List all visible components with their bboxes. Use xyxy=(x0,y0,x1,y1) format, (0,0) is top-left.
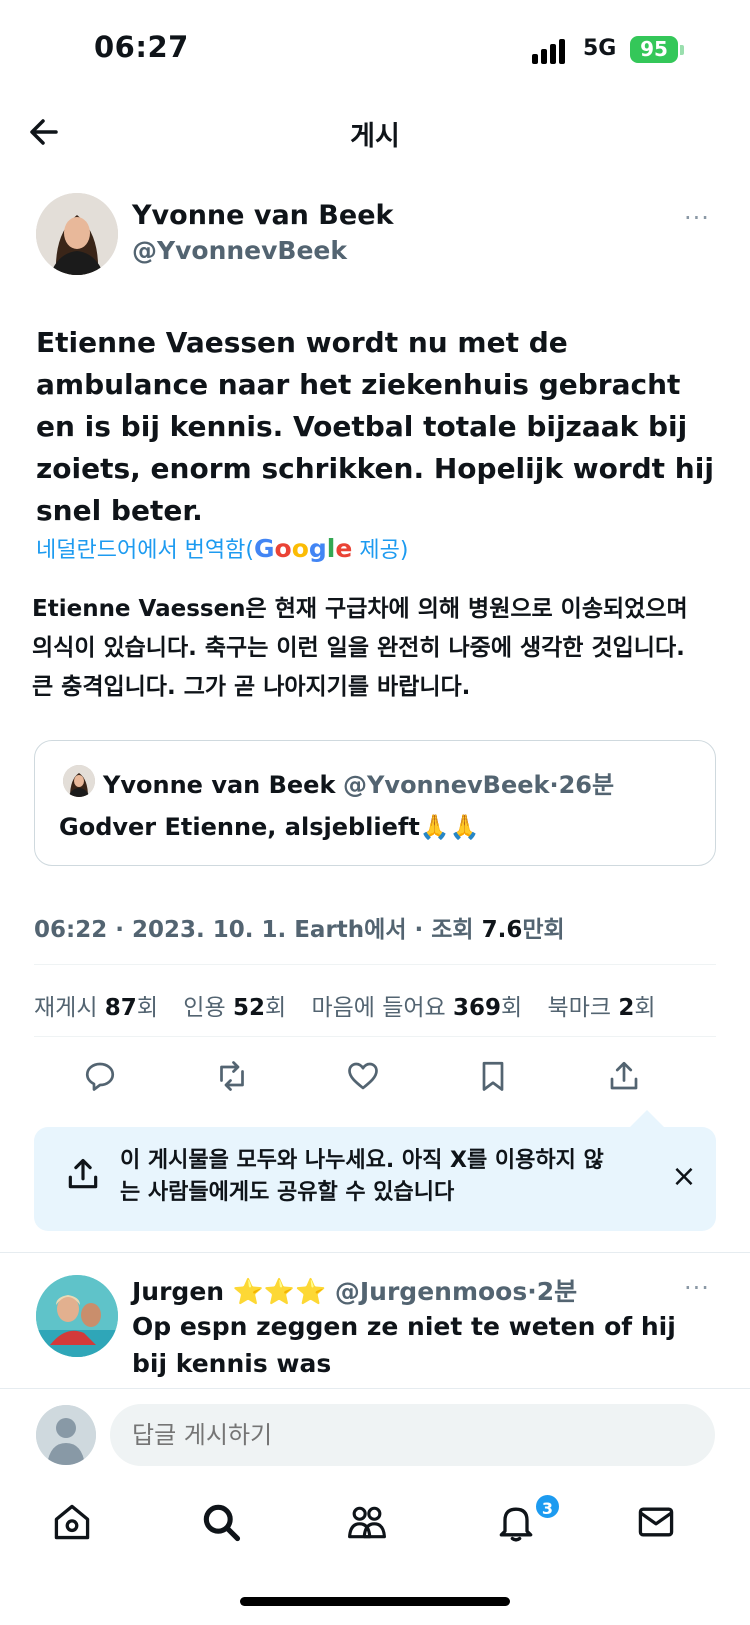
reply-author-name: Jurgen xyxy=(132,1277,233,1306)
quote-author-name: Yvonne van Beek xyxy=(103,771,336,799)
author-name[interactable]: Yvonne van Beek xyxy=(132,200,393,231)
quote-header: Yvonne van Beek @YvonnevBeek·26분 xyxy=(103,765,614,800)
divider xyxy=(34,964,716,965)
bookmark-icon[interactable] xyxy=(475,1058,519,1102)
views-count: 7.6 xyxy=(481,917,523,943)
communities-icon[interactable] xyxy=(345,1500,395,1550)
messages-icon[interactable] xyxy=(634,1500,684,1550)
google-logo: Google xyxy=(253,534,353,563)
home-icon[interactable] xyxy=(50,1500,100,1550)
engagement-stats: 재게시 87회 인용 52회 마음에 들어요 369회 북마크 2회 xyxy=(34,988,674,1022)
author-handle[interactable]: @YvonnevBeek xyxy=(132,236,347,265)
more-options-icon[interactable]: ··· xyxy=(684,1274,710,1302)
share-banner: 이 게시물을 모두와 나누세요. 아직 X를 이용하지 않는 사람들에게도 공유… xyxy=(34,1127,716,1231)
divider xyxy=(34,1036,716,1037)
translation-prefix: 네덜란드어에서 번역함( xyxy=(36,538,254,563)
close-icon[interactable]: × xyxy=(664,1157,704,1197)
default-avatar-icon xyxy=(36,1405,96,1465)
signal-icon xyxy=(532,38,572,64)
post-text: Etienne Vaessen wordt nu met de ambulanc… xyxy=(36,326,714,527)
stat-likes[interactable]: 마음에 들어요 369회 xyxy=(311,995,522,1021)
quote-time: ·26분 xyxy=(549,771,615,799)
notification-badge: 3 xyxy=(534,1493,561,1520)
reply-text: Op espn zeggen ze niet te weten of hij b… xyxy=(132,1312,676,1378)
quoted-post-card[interactable]: Yvonne van Beek @YvonnevBeek·26분 Godver … xyxy=(34,740,716,866)
divider xyxy=(0,1252,750,1253)
reply-icon[interactable] xyxy=(82,1058,126,1102)
reply-header: Jurgen ⭐⭐⭐ @Jurgenmoos·2분 xyxy=(132,1272,577,1308)
like-heart-icon[interactable] xyxy=(345,1058,389,1102)
reply-author-handle: @Jurgenmoos·2분 xyxy=(326,1277,578,1306)
quote-author-handle: @YvonnevBeek xyxy=(343,771,550,799)
stat-bookmarks[interactable]: 북마크 2회 xyxy=(548,995,656,1021)
page-title: 게시 xyxy=(350,121,400,152)
stat-reposts[interactable]: 재게시 87회 xyxy=(34,995,158,1021)
translation-link[interactable]: 네덜란드어에서 번역함(Google 제공) xyxy=(36,532,408,564)
star-emoji: ⭐⭐⭐ xyxy=(232,1277,327,1306)
network-label: 5G xyxy=(583,36,617,61)
reply-input[interactable] xyxy=(110,1404,715,1466)
post-timestamp: 06:22 · 2023. 10. 1. Earth에서 · 조회 xyxy=(34,917,482,943)
avatar[interactable] xyxy=(36,193,118,275)
reply-avatar[interactable] xyxy=(36,1275,118,1357)
quote-avatar xyxy=(63,765,95,797)
divider xyxy=(0,1388,750,1389)
battery-tip xyxy=(680,45,684,55)
status-time: 06:27 xyxy=(94,30,189,64)
battery-icon: 95 xyxy=(630,36,678,63)
search-icon[interactable] xyxy=(199,1500,249,1550)
quote-text: Godver Etienne, alsjeblieft🙏🙏 xyxy=(59,813,480,841)
views-unit: 만회 xyxy=(522,917,565,943)
post-meta: 06:22 · 2023. 10. 1. Earth에서 · 조회 7.6만회 xyxy=(34,910,565,944)
home-indicator xyxy=(240,1597,510,1606)
share-banner-text: 이 게시물을 모두와 나누세요. 아직 X를 이용하지 않는 사람들에게도 공유… xyxy=(120,1148,604,1205)
more-options-icon[interactable]: ··· xyxy=(684,204,710,232)
share-icon xyxy=(64,1155,102,1193)
share-icon[interactable] xyxy=(606,1058,650,1102)
translated-text: Etienne Vaessen은 현재 구급차에 의해 병원으로 이송되었으며 … xyxy=(32,596,688,700)
translation-suffix: 제공) xyxy=(352,538,409,563)
stat-quotes[interactable]: 인용 52회 xyxy=(183,995,286,1021)
repost-icon[interactable] xyxy=(214,1058,258,1102)
